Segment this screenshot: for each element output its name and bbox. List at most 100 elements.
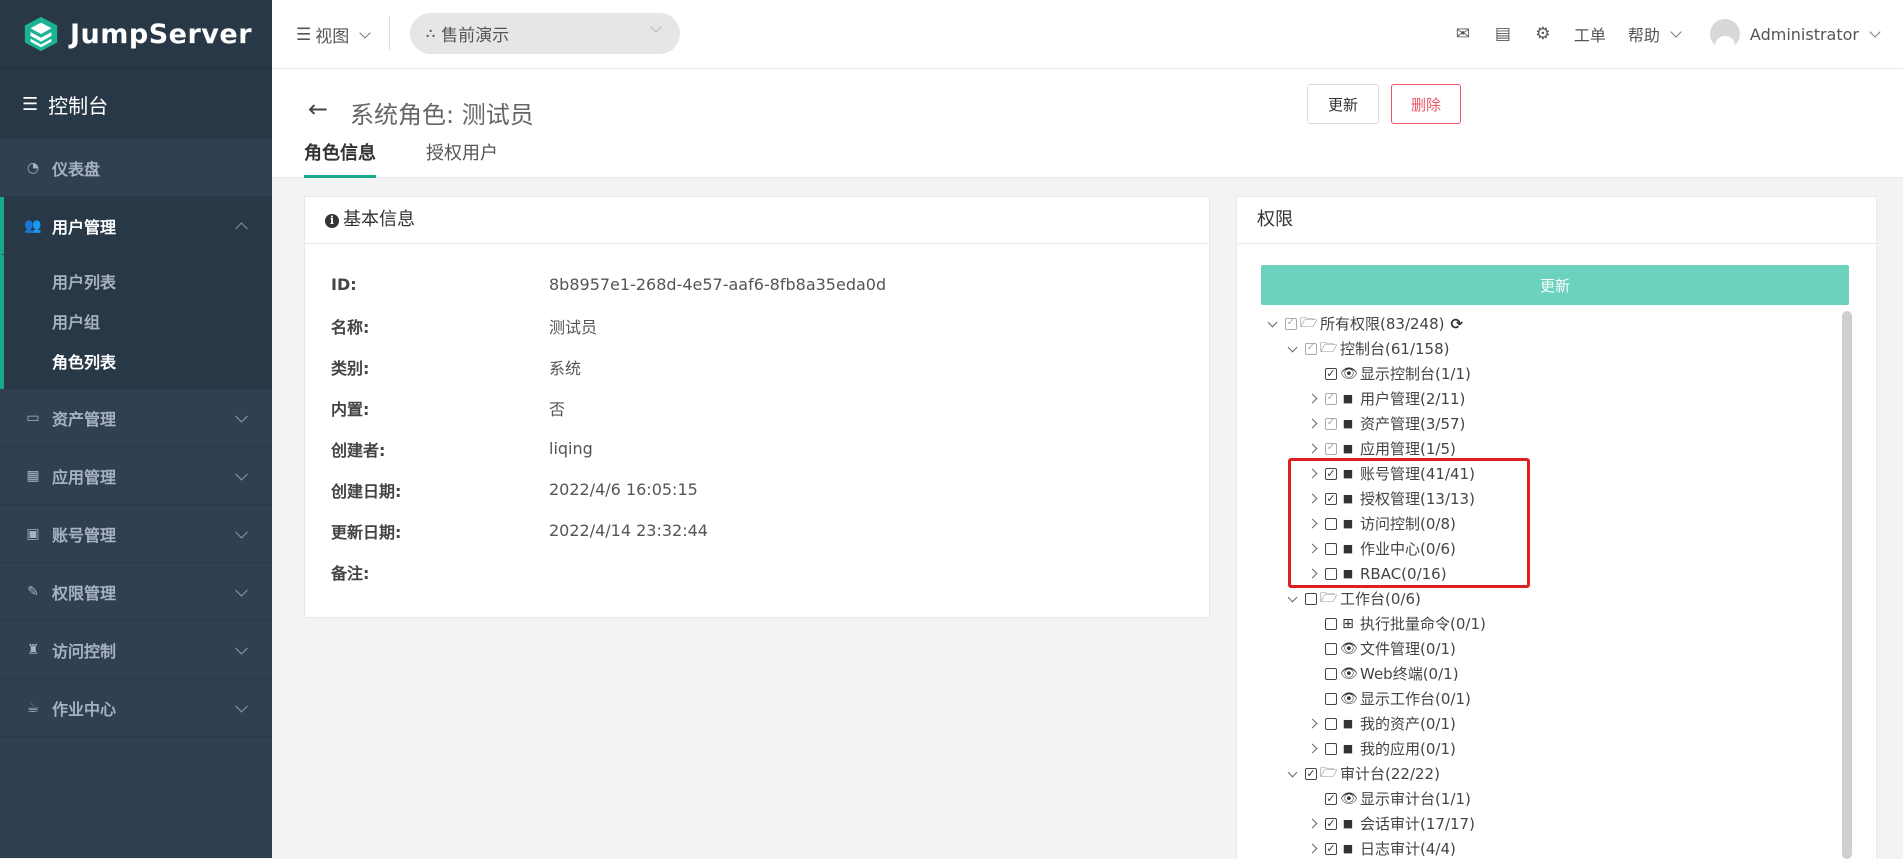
tree-node-label: 文件管理(0/1) bbox=[1360, 640, 1456, 658]
sidebar-item-label: 作业中心 bbox=[52, 699, 117, 719]
eye-icon: 👁 bbox=[1340, 365, 1358, 382]
tree-node-label: 我的资产(0/1) bbox=[1360, 715, 1456, 733]
chevron-right-icon[interactable] bbox=[1303, 411, 1325, 436]
tab-role-info[interactable]: 角色信息 bbox=[304, 139, 376, 178]
tree-checkbox[interactable] bbox=[1325, 417, 1337, 430]
tree-node-label: 执行批量命令(0/1) bbox=[1360, 615, 1486, 633]
delete-button[interactable]: 删除 bbox=[1391, 84, 1461, 124]
console-switch[interactable]: ☰ 控制台 bbox=[0, 68, 272, 139]
sidebar-item-access-control[interactable]: ♜ 访问控制 bbox=[0, 621, 272, 679]
tree-node[interactable]: ■ 我的资产(0/1) bbox=[1263, 711, 1837, 736]
tree-checkbox[interactable] bbox=[1325, 692, 1337, 705]
gear-icon[interactable]: ⚙ bbox=[1534, 24, 1552, 44]
scrollbar[interactable] bbox=[1842, 311, 1852, 859]
back-arrow-icon[interactable]: ← bbox=[308, 95, 328, 123]
sidebar-item-asset-management[interactable]: ▭ 资产管理 bbox=[0, 389, 272, 447]
chevron-down-icon[interactable] bbox=[1283, 336, 1305, 361]
ticket-link[interactable]: 工单 bbox=[1574, 22, 1606, 46]
edit-icon: ✎ bbox=[27, 583, 39, 600]
coffee-icon: ☕ bbox=[26, 699, 40, 716]
tree-checkbox[interactable] bbox=[1325, 817, 1337, 830]
sidebar-item-account-management[interactable]: ▣ 账号管理 bbox=[0, 505, 272, 563]
help-menu[interactable]: 帮助 bbox=[1628, 22, 1682, 46]
sidebar-item-user-list[interactable]: 用户列表 bbox=[4, 261, 272, 301]
highlight-box bbox=[1288, 458, 1530, 588]
tree-node[interactable]: 👁显示审计台(1/1) bbox=[1263, 786, 1837, 811]
tree-node[interactable]: ⊞ 执行批量命令(0/1) bbox=[1263, 611, 1837, 636]
panel-title: i 基本信息 bbox=[305, 197, 1209, 244]
user-name: Administrator bbox=[1749, 24, 1859, 44]
sidebar-item-user-management[interactable]: 👥 用户管理 bbox=[0, 197, 272, 255]
users-icon: 👥 bbox=[24, 217, 42, 234]
permissions-title: 权限 bbox=[1237, 197, 1876, 244]
tree-node[interactable]: 🗁所有权限(83/248) ⟳ bbox=[1263, 311, 1837, 336]
sidebar-item-permission-management[interactable]: ✎ 权限管理 bbox=[0, 563, 272, 621]
tree-checkbox[interactable] bbox=[1325, 742, 1337, 755]
tree-node[interactable]: ■ 资产管理(3/57) bbox=[1263, 411, 1837, 436]
tree-node[interactable]: 🗁审计台(22/22) bbox=[1263, 761, 1837, 786]
tree-node[interactable]: 👁 Web终端(0/1) bbox=[1263, 661, 1837, 686]
tree-checkbox[interactable] bbox=[1305, 767, 1317, 780]
folder-icon: ■ bbox=[1342, 742, 1354, 755]
tree-node[interactable]: ■ 我的应用(0/1) bbox=[1263, 736, 1837, 761]
org-select[interactable]: ⛬ 售前演示 bbox=[410, 13, 680, 54]
chevron-right-icon[interactable] bbox=[1303, 736, 1325, 761]
terminal-icon[interactable]: ▤ bbox=[1494, 24, 1512, 44]
tree-node[interactable]: 👁 显示工作台(0/1) bbox=[1263, 686, 1837, 711]
view-menu-button[interactable]: ☰ 视图 bbox=[296, 22, 371, 47]
sliders-icon: ☰ bbox=[22, 93, 39, 115]
tree-checkbox[interactable] bbox=[1325, 617, 1337, 630]
folder-icon: ■ bbox=[1342, 717, 1354, 730]
chevron-down-icon bbox=[235, 583, 248, 597]
sidebar-item-app-management[interactable]: ▦ 应用管理 bbox=[0, 447, 272, 505]
chevron-up-icon bbox=[235, 221, 248, 235]
tree-checkbox[interactable] bbox=[1325, 717, 1337, 730]
tree-checkbox[interactable] bbox=[1325, 442, 1337, 455]
chevron-down-icon bbox=[650, 21, 662, 33]
refresh-icon[interactable]: ⟳ bbox=[1450, 315, 1463, 333]
chevron-right-icon[interactable] bbox=[1303, 386, 1325, 411]
tree-node[interactable]: 🗁控制台(61/158) bbox=[1263, 336, 1837, 361]
tree-checkbox[interactable] bbox=[1305, 342, 1317, 355]
tabs: 角色信息 授权用户 bbox=[304, 139, 548, 178]
tree-node[interactable]: ■ 会话审计(17/17) bbox=[1263, 811, 1837, 836]
chevron-down-icon[interactable] bbox=[1283, 761, 1305, 786]
user-menu[interactable]: Administrator bbox=[1709, 19, 1881, 49]
chevron-down-icon bbox=[235, 409, 248, 423]
tree-node[interactable]: 👁 文件管理(0/1) bbox=[1263, 636, 1837, 661]
tree-checkbox[interactable] bbox=[1325, 642, 1337, 655]
permissions-update-button[interactable]: 更新 bbox=[1261, 265, 1849, 305]
folder-icon: ■ bbox=[1342, 392, 1354, 405]
tree-checkbox[interactable] bbox=[1325, 392, 1337, 405]
chevron-down-icon[interactable] bbox=[1283, 586, 1305, 611]
tree-checkbox[interactable] bbox=[1305, 592, 1317, 605]
tree-checkbox[interactable] bbox=[1325, 367, 1337, 380]
sidebar-item-job-center[interactable]: ☕ 作业中心 bbox=[0, 679, 272, 737]
logo[interactable]: JumpServer bbox=[0, 0, 272, 68]
tree-node[interactable]: ■ 日志审计(4/4) bbox=[1263, 836, 1837, 859]
chevron-right-icon[interactable] bbox=[1303, 836, 1325, 859]
tree-checkbox[interactable] bbox=[1285, 317, 1297, 330]
sidebar-item-label: 访问控制 bbox=[52, 641, 117, 661]
tree-node-label: 显示工作台(0/1) bbox=[1360, 690, 1471, 708]
tree-node[interactable]: ■ 用户管理(2/11) bbox=[1263, 386, 1837, 411]
tree-checkbox[interactable] bbox=[1325, 792, 1337, 805]
sidebar-item-user-group[interactable]: 用户组 bbox=[4, 301, 272, 341]
tree-node[interactable]: 🗁 工作台(0/6) bbox=[1263, 586, 1837, 611]
tree-checkbox[interactable] bbox=[1325, 842, 1337, 855]
tab-authorized-users[interactable]: 授权用户 bbox=[426, 139, 498, 178]
sidebar-item-role-list[interactable]: 角色列表 bbox=[4, 341, 272, 381]
chevron-down-icon[interactable] bbox=[1263, 311, 1285, 336]
folder-open-icon: 🗁 bbox=[1300, 314, 1318, 331]
tree-node[interactable]: 👁显示控制台(1/1) bbox=[1263, 361, 1837, 386]
tree-checkbox[interactable] bbox=[1325, 667, 1337, 680]
chevron-right-icon[interactable] bbox=[1303, 811, 1325, 836]
info-value: 测试员 bbox=[549, 317, 598, 337]
sidebar-item-dashboard[interactable]: ◔ 仪表盘 bbox=[0, 139, 272, 197]
update-button[interactable]: 更新 bbox=[1307, 84, 1379, 124]
sidebar-item-label: 权限管理 bbox=[52, 583, 117, 603]
mail-icon[interactable]: ✉ bbox=[1454, 24, 1472, 44]
chevron-right-icon[interactable] bbox=[1303, 711, 1325, 736]
info-row: 创建者: liqing bbox=[331, 428, 1209, 469]
